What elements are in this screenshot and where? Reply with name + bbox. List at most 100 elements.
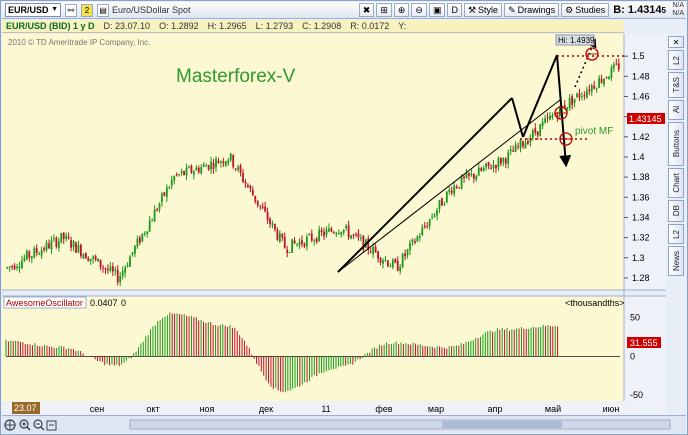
candle-body: [418, 236, 421, 239]
candle-body: [401, 253, 404, 268]
date-tick-label: фев: [375, 404, 392, 414]
candle-body: [475, 175, 478, 180]
candle-body: [551, 115, 554, 117]
candle-body: [509, 149, 512, 152]
candle-body: [178, 174, 181, 176]
close-icon[interactable]: ✕: [668, 36, 684, 48]
candle-body: [242, 172, 244, 182]
candle-body: [480, 168, 483, 171]
side-tab-l2[interactable]: L2: [668, 224, 684, 244]
candle-body: [318, 229, 321, 241]
candle-body: [266, 212, 269, 221]
osc-value: 0.0407: [90, 298, 118, 308]
candle-body: [465, 173, 468, 179]
candle-body: [215, 158, 217, 168]
candle-body: [598, 77, 601, 88]
candle-body: [75, 242, 77, 253]
candle-body: [359, 237, 362, 239]
candle-body: [65, 235, 68, 240]
zoom-out-bottom-icon[interactable]: [33, 419, 45, 431]
candle-body: [148, 220, 151, 232]
candle-body: [330, 228, 333, 232]
candle-body: [16, 266, 18, 269]
candle-body: [251, 190, 254, 196]
side-tab-buttons[interactable]: Buttons: [668, 122, 684, 166]
candle-body: [534, 127, 537, 133]
side-tab-news[interactable]: News: [668, 246, 684, 276]
candle-body: [254, 195, 257, 202]
candle-body: [406, 249, 409, 256]
horizontal-scrollbar[interactable]: [129, 419, 671, 430]
candle-body: [92, 256, 95, 260]
price-tick-label: 1.48: [632, 71, 650, 81]
candle-body: [202, 164, 205, 167]
side-tab-label: News: [671, 250, 681, 271]
candle-body: [190, 165, 193, 173]
candle-body: [541, 121, 544, 126]
candle-body: [183, 170, 185, 175]
date-tick-label: май: [545, 404, 561, 414]
candle-body: [261, 206, 264, 209]
candle-body: [33, 248, 36, 258]
side-panel-tabs: ✕ L2 T&S Al Buttons Chart DB L2 News: [668, 36, 685, 278]
candle-body: [180, 171, 183, 174]
date-tick-label: июн: [603, 404, 620, 414]
side-tab-label: L2: [671, 229, 681, 239]
side-tab-ts[interactable]: T&S: [668, 72, 684, 98]
side-tab-al[interactable]: Al: [668, 100, 684, 120]
candle-body: [441, 198, 443, 206]
candle-body: [499, 158, 502, 164]
candle-body: [414, 241, 416, 243]
price-tick-label: 1.46: [632, 91, 650, 101]
candle-body: [11, 266, 14, 268]
date-tick-label: ноя: [200, 404, 215, 414]
candle-body: [315, 238, 318, 243]
candle-body: [409, 242, 411, 251]
candle-body: [568, 98, 571, 109]
candle-body: [325, 229, 328, 235]
candle-body: [443, 203, 446, 205]
side-tab-chart[interactable]: Chart: [668, 168, 684, 198]
candle-body: [391, 259, 394, 268]
reset-zoom-icon[interactable]: [46, 420, 57, 431]
chart-canvas[interactable]: 2010 © TD Ameritrade IP Company, Inc. Ma…: [0, 0, 688, 435]
scrollbar-thumb[interactable]: [442, 421, 562, 428]
candle-body: [357, 233, 360, 238]
candle-body: [382, 260, 384, 264]
side-tab-l2[interactable]: L2: [668, 50, 684, 70]
candle-body: [485, 163, 488, 168]
candle-body: [25, 251, 28, 260]
candle-body: [352, 234, 355, 236]
candle-body: [138, 237, 141, 243]
candle-body: [487, 161, 490, 167]
candle-body: [131, 252, 134, 255]
candle-body: [458, 187, 461, 189]
candle-body: [374, 246, 377, 253]
candle-body: [472, 173, 475, 179]
candle-body: [227, 160, 230, 164]
candle-body: [161, 193, 163, 202]
side-tab-label: Buttons: [671, 130, 681, 158]
candle-body: [335, 233, 338, 235]
candle-body: [80, 244, 82, 257]
side-tab-db[interactable]: DB: [668, 200, 684, 222]
candle-body: [94, 255, 97, 260]
candle-body: [229, 153, 232, 161]
candle-body: [590, 85, 593, 92]
pan-icon[interactable]: [4, 419, 16, 431]
date-cursor-label: 23.07: [14, 403, 37, 413]
candle-body: [62, 232, 65, 239]
candle-body: [603, 78, 605, 85]
candle-body: [583, 95, 586, 97]
candle-body: [497, 158, 500, 168]
candle-body: [8, 266, 11, 268]
candle-body: [52, 238, 55, 240]
candle-body: [342, 229, 345, 233]
zoom-in-bottom-icon[interactable]: [19, 419, 31, 431]
candle-body: [6, 267, 9, 269]
candle-body: [416, 236, 419, 242]
candle-body: [527, 141, 529, 145]
candle-body: [205, 165, 208, 167]
candle-body: [298, 241, 301, 246]
candle-body: [524, 142, 527, 149]
